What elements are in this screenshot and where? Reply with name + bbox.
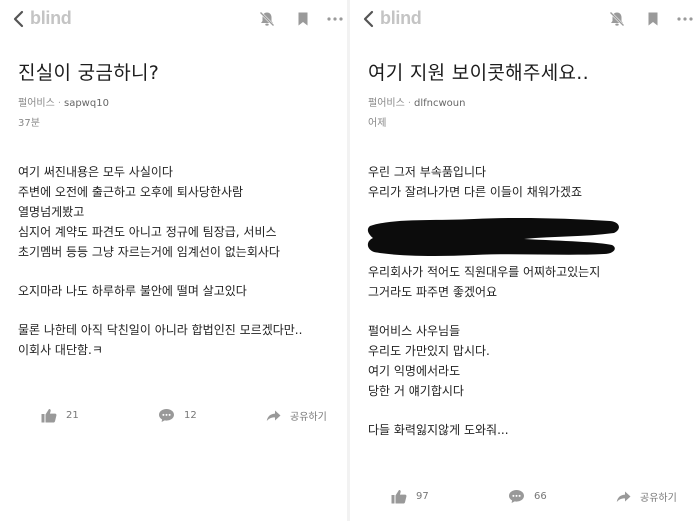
thumbs-up-icon [391, 490, 407, 504]
body-line: 심지어 계약도 파견도 아니고 정규에 팀장급, 서비스 [18, 225, 277, 239]
thumbs-up-icon [41, 409, 57, 423]
more-horizontal-icon[interactable] [676, 10, 694, 28]
post-body: 여기 써진내용은 모두 사실이다 주변에 오전에 출근하고 오후에 퇴사당한사람… [18, 162, 343, 360]
share-button[interactable]: 공유하기 [266, 408, 327, 423]
post-title: 여기 지원 보이콧해주세요.. [368, 62, 589, 84]
body-line: 여기 써진내용은 모두 사실이다 [18, 165, 173, 179]
author-username: sapwq10 [64, 98, 109, 109]
body-line: 물론 나한테 아직 닥친일이 아니라 합법인진 모르겠다만.. [18, 323, 303, 337]
post-body-continued: 우리회사가 적어도 직원대우를 어찌하고있는지 그거라도 파주면 좋겠어요 펄어… [368, 262, 693, 440]
share-label: 공유하기 [640, 493, 677, 504]
post-time: 어제 [368, 118, 387, 129]
post-title: 진실이 궁금하니? [18, 62, 160, 84]
comment-count: 66 [534, 491, 547, 502]
body-line: 여기 익명에서라도 [368, 364, 461, 378]
body-line: 우린 그저 부속품입니다 [368, 165, 487, 179]
bell-off-icon[interactable] [608, 10, 626, 28]
comment-button[interactable]: 66 [508, 489, 547, 504]
like-count: 97 [416, 491, 429, 502]
company-name[interactable]: 펄어비스 [368, 98, 405, 109]
top-bar: blind [350, 0, 700, 38]
post-time: 37분 [18, 118, 40, 129]
top-bar: blind [0, 0, 347, 38]
post-panel-left: blind 진실이 궁금하니? 펄어비스 · sapwq10 37분 여기 써진내용… [0, 0, 347, 521]
chevron-left-icon[interactable] [362, 10, 376, 28]
comment-bubble-icon [509, 490, 524, 503]
post-body: 우린 그저 부속품입니다 우리가 잘려나가면 다른 이들이 채워가겠죠 [368, 162, 693, 202]
post-author-meta: 펄어비스 · sapwq10 [18, 94, 109, 109]
meta-separator: · [407, 98, 411, 109]
comment-count: 12 [184, 410, 197, 421]
chevron-left-icon[interactable] [12, 10, 26, 28]
post-author-meta: 펄어비스 · dlfncwoun [368, 94, 465, 109]
body-line: 그거라도 파주면 좋겠어요 [368, 285, 498, 299]
like-button[interactable]: 97 [391, 489, 429, 504]
body-line: 다들 화력잃지않게 도와줘... [368, 423, 509, 437]
body-line: 우리회사가 적어도 직원대우를 어찌하고있는지 [368, 265, 601, 279]
body-line: 주변에 오전에 출근하고 오후에 퇴사당한사람 [18, 185, 244, 199]
like-count: 21 [66, 410, 79, 421]
body-blank-line [18, 262, 343, 281]
body-line: 초기멤버 등등 그냥 자르는거에 임계선이 없는회사다 [18, 245, 280, 259]
post-actions: 97 66 공유하기 [350, 487, 700, 511]
bell-off-icon[interactable] [258, 10, 276, 28]
company-name[interactable]: 펄어비스 [18, 98, 55, 109]
share-arrow-icon [616, 491, 631, 502]
body-line: 오지마라 나도 하루하루 불안에 떨며 살고있다 [18, 284, 247, 298]
comment-button[interactable]: 12 [158, 408, 197, 423]
body-line: 열명넘게봤고 [18, 205, 85, 219]
meta-separator: · [57, 98, 61, 109]
like-button[interactable]: 21 [41, 408, 79, 423]
share-label: 공유하기 [290, 412, 327, 423]
author-username: dlfncwoun [414, 98, 466, 109]
body-line: 펄어비스 사우님들 [368, 324, 461, 338]
body-blank-line [18, 301, 343, 320]
body-line: 우리가 잘려나가면 다른 이들이 채워가겠죠 [368, 185, 582, 199]
post-panel-right: blind 여기 지원 보이콧해주세요.. 펄어비스 · dlfncwoun 어제 … [350, 0, 700, 521]
body-line: 이회사 대단함.ㅋ [18, 343, 103, 357]
comment-bubble-icon [159, 409, 174, 422]
more-horizontal-icon[interactable] [326, 10, 344, 28]
body-line: 우리도 가만있지 맙시다. [368, 344, 490, 358]
bookmark-icon[interactable] [644, 10, 662, 28]
post-actions: 21 12 공유하기 [0, 406, 347, 430]
redaction-scribble [367, 217, 619, 256]
blind-logo[interactable]: blind [380, 8, 422, 29]
bookmark-icon[interactable] [294, 10, 312, 28]
share-arrow-icon [266, 410, 281, 421]
body-blank-line [368, 302, 693, 321]
blind-logo[interactable]: blind [30, 8, 72, 29]
body-blank-line [368, 401, 693, 420]
share-button[interactable]: 공유하기 [616, 489, 677, 504]
body-line: 당한 거 얘기합시다 [368, 384, 464, 398]
